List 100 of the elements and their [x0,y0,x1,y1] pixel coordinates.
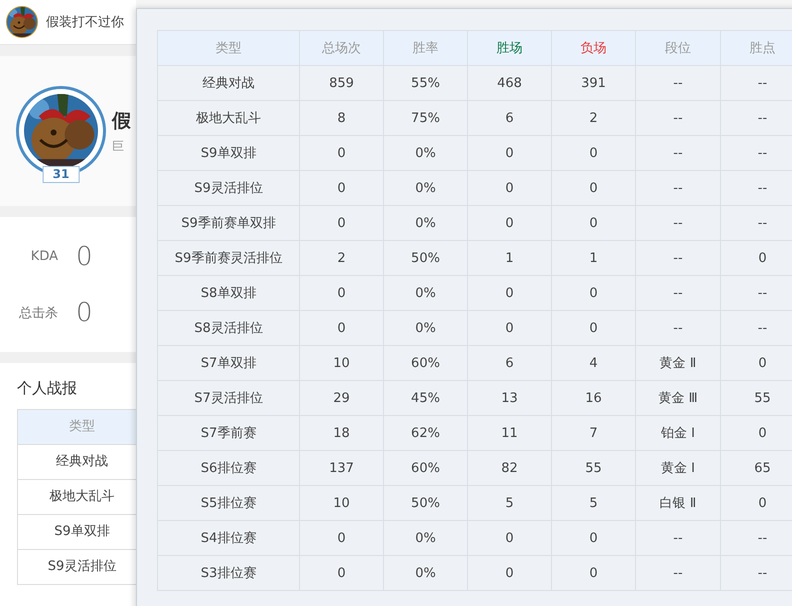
table-cell: -- [636,276,720,310]
stat-label: KDA [30,249,58,264]
table-cell: 0 [300,556,384,590]
table-cell: 经典对战 [158,66,300,100]
table-cell: 0 [468,206,552,240]
table-cell: 7 [552,416,636,450]
table-cell: S7单双排 [158,346,300,380]
player-name: 假 [112,108,131,134]
table-cell: 468 [468,66,552,100]
table-cell: 0 [552,170,636,206]
table-cell: 2 [300,240,384,276]
column-header: 胜点 [720,30,792,66]
table-cell: S5排位赛 [158,486,300,520]
table-cell: 0 [300,170,384,206]
table-cell: 4 [552,346,636,380]
table-cell: 6 [468,100,552,136]
table-cell: 0 [300,310,384,346]
username: 假装打不过你 [46,14,124,31]
table-cell: 1 [468,240,552,276]
table-cell: 50% [384,486,468,520]
table-cell: 82 [468,450,552,486]
table-cell: -- [636,100,720,136]
table-cell: 0 [552,276,636,310]
table-cell: 0 [552,520,636,556]
stat-label: 总击杀 [18,304,58,322]
table-cell: 0% [384,206,468,240]
table-cell: 55% [384,66,468,100]
table-cell: -- [636,136,720,170]
table-cell: 0% [384,520,468,556]
column-header: 类型 [158,30,300,66]
table-cell: 0 [468,520,552,556]
table-cell: 0 [552,556,636,590]
table-cell: -- [636,556,720,590]
table-cell: 0 [552,310,636,346]
table-cell: 0 [300,136,384,170]
table-cell: 白银 Ⅱ [636,486,720,520]
table-cell: 0 [300,276,384,310]
table-cell: S9灵活排位 [158,170,300,206]
table-cell: 0 [468,310,552,346]
table-cell: S8灵活排位 [158,310,300,346]
table-cell: 0 [300,206,384,240]
table-cell: S9季前赛单双排 [158,206,300,240]
table-cell: S6排位赛 [158,450,300,486]
table-cell: 62% [384,416,468,450]
table-cell: 18 [300,416,384,450]
table-cell: S4排位赛 [158,520,300,556]
table-cell: 50% [384,240,468,276]
table-cell: 13 [468,380,552,416]
table-cell: 391 [552,66,636,100]
table-cell: 45% [384,380,468,416]
table-cell: -- [636,66,720,100]
table-cell: 0 [468,170,552,206]
table-cell: 0 [468,136,552,170]
table-cell: 0 [300,520,384,556]
section-title: 个人战报 [17,379,78,398]
column-header: 胜率 [384,30,468,66]
column-header: 段位 [636,30,720,66]
table-cell: 黄金 Ⅱ [636,346,720,380]
table-cell: -- [636,240,720,276]
table-cell: 60% [384,450,468,486]
table-cell: 黄金 Ⅰ [636,450,720,486]
level-badge: 31 [42,166,80,183]
table-cell: -- [636,170,720,206]
table-cell: 0% [384,310,468,346]
table-cell: 29 [300,380,384,416]
table-cell: S9单双排 [158,136,300,170]
table-cell: -- [636,206,720,240]
column-header: 负场 [552,30,636,66]
table-cell: 6 [468,346,552,380]
table-cell: 2 [552,100,636,136]
table-cell: 60% [384,346,468,380]
table-cell: 55 [552,450,636,486]
table-cell: S9季前赛灵活排位 [158,240,300,276]
table-cell: 0 [468,556,552,590]
table-cell: 137 [300,450,384,486]
table-cell: 16 [552,380,636,416]
table-cell: 0% [384,136,468,170]
stat-value: 0 [76,242,93,270]
column-header: 总场次 [300,30,384,66]
table-cell: 黄金 Ⅲ [636,380,720,416]
column-header: 类型 [18,409,136,445]
table-cell: 0 [552,206,636,240]
table-cell: 0% [384,170,468,206]
table-cell: 10 [300,346,384,380]
table-cell: 0% [384,556,468,590]
table-cell: 75% [384,100,468,136]
table-cell: 极地大乱斗 [158,100,300,136]
table-cell: -- [636,520,720,556]
player-subtitle: 巨 [112,138,125,154]
table-cell: 1 [552,240,636,276]
table-cell: 5 [468,486,552,520]
table-cell: 11 [468,416,552,450]
table-cell: 铂金 Ⅰ [636,416,720,450]
table-cell: S8单双排 [158,276,300,310]
table-cell: 5 [552,486,636,520]
table-cell: S7季前赛 [158,416,300,450]
table-cell: 8 [300,100,384,136]
table-cell: 0% [384,276,468,310]
column-header: 胜场 [468,30,552,66]
table-cell: 10 [300,486,384,520]
